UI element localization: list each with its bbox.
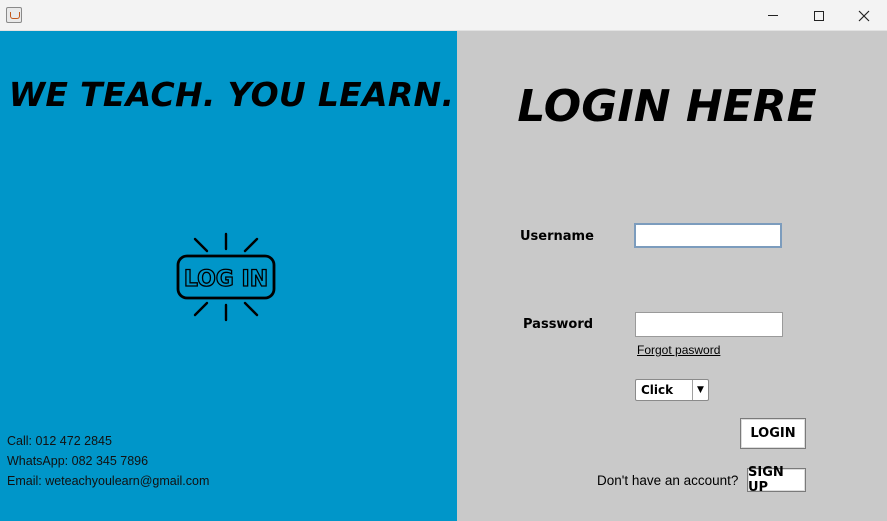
page-title: LOGIN HERE (517, 81, 817, 132)
right-panel: LOGIN HERE Username Password Forgot pasw… (457, 31, 887, 521)
password-field-box (635, 312, 783, 337)
left-panel: WE TEACH. YOU LEARN. LOG IN Call: 012 47… (0, 31, 457, 521)
role-select-value: Click (641, 383, 674, 397)
app-window: WE TEACH. YOU LEARN. LOG IN Call: 012 47… (0, 0, 887, 521)
contact-call: Call: 012 472 2845 (7, 434, 112, 448)
username-label: Username (520, 229, 594, 244)
role-select[interactable]: Click ▼ (635, 379, 709, 401)
username-field-box (634, 223, 782, 248)
password-label: Password (523, 317, 594, 332)
contact-info: Call: 012 472 2845 WhatsApp: 082 345 789… (7, 431, 209, 491)
contact-email: Email: weteachyoulearn@gmail.com (7, 474, 210, 488)
minimize-icon (768, 15, 778, 16)
forgot-password-link[interactable]: Forgot pasword (637, 343, 720, 357)
minimize-button[interactable] (750, 0, 796, 31)
tagline: WE TEACH. YOU LEARN. (8, 75, 455, 114)
maximize-icon (814, 10, 824, 21)
java-app-icon (6, 7, 22, 23)
username-input[interactable] (636, 225, 780, 246)
logo-text: LOG IN (184, 267, 268, 292)
title-bar (0, 0, 887, 31)
login-logo-icon: LOG IN (176, 232, 276, 322)
dropdown-arrow-icon[interactable]: ▼ (692, 380, 708, 400)
maximize-button[interactable] (796, 0, 842, 31)
login-button[interactable]: LOGIN (740, 418, 806, 449)
contact-whatsapp: WhatsApp: 082 345 7896 (7, 454, 149, 468)
password-input[interactable] (636, 313, 782, 336)
close-icon (858, 10, 870, 21)
signup-button[interactable]: SIGN UP (747, 465, 806, 495)
no-account-text: Don't have an account? (597, 473, 739, 488)
close-button[interactable] (841, 0, 887, 31)
